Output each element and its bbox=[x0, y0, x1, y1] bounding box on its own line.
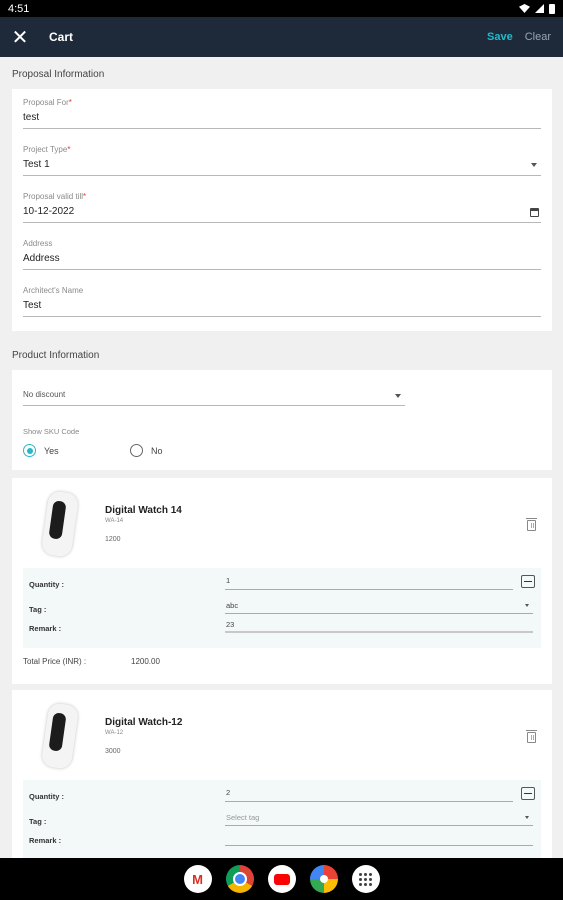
dropdown-arrow-icon[interactable] bbox=[531, 163, 537, 167]
field-underline bbox=[23, 269, 541, 270]
status-time: 4:51 bbox=[8, 2, 30, 15]
architect-name-input[interactable]: Test bbox=[23, 300, 541, 311]
field-underline bbox=[225, 801, 513, 802]
tag-label: Tag : bbox=[29, 817, 47, 826]
gmail-icon[interactable]: M bbox=[183, 865, 212, 893]
cart-item-card: Digital Watch-12 WA-12 3000 Quantity : 2… bbox=[12, 690, 552, 858]
signal-icon bbox=[535, 4, 544, 13]
calendar-icon[interactable] bbox=[530, 208, 539, 217]
total-price-value: 1200.00 bbox=[131, 657, 160, 666]
product-name: Digital Watch 14 bbox=[105, 505, 182, 516]
quantity-input[interactable]: 2 bbox=[226, 788, 230, 797]
quantity-label: Quantity : bbox=[29, 580, 64, 589]
clear-button[interactable]: Clear bbox=[525, 31, 551, 43]
show-sku-label: Show SKU Code bbox=[23, 427, 80, 436]
proposal-for-field[interactable]: Proposal For* test bbox=[23, 98, 541, 129]
remark-label: Remark : bbox=[29, 836, 62, 845]
item-details: Quantity : 2 Tag : Select tag Remark : bbox=[23, 780, 541, 858]
product-price: 1200 bbox=[105, 536, 121, 543]
field-underline bbox=[225, 589, 513, 590]
cart-content[interactable]: Proposal Information Proposal For* test … bbox=[0, 57, 563, 858]
sku-radio-no[interactable]: No bbox=[130, 444, 163, 457]
tag-select[interactable]: Select tag bbox=[226, 813, 259, 822]
architect-name-field[interactable]: Architect's Name Test bbox=[23, 286, 541, 317]
product-sku: WA-12 bbox=[105, 730, 124, 736]
apps-icon[interactable] bbox=[351, 865, 380, 893]
field-underline bbox=[225, 631, 533, 633]
photos-icon[interactable] bbox=[309, 865, 338, 893]
product-image bbox=[37, 490, 81, 558]
wifi-icon bbox=[519, 4, 530, 13]
chrome-icon[interactable] bbox=[225, 865, 254, 893]
item-details: Quantity : 1 Tag : abc Remark : 23 bbox=[23, 568, 541, 648]
proposal-for-input[interactable]: test bbox=[23, 112, 541, 123]
page-title: Cart bbox=[49, 30, 74, 44]
project-type-select[interactable]: Project Type* Test 1 bbox=[23, 145, 541, 176]
remark-label: Remark : bbox=[29, 624, 62, 633]
product-name: Digital Watch-12 bbox=[105, 717, 183, 728]
product-image bbox=[37, 702, 81, 770]
radio-unselected-icon[interactable] bbox=[130, 444, 143, 457]
edit-quantity-icon[interactable] bbox=[521, 575, 535, 588]
sku-radio-yes[interactable]: Yes bbox=[23, 444, 59, 457]
field-underline bbox=[23, 222, 541, 223]
delete-icon[interactable] bbox=[526, 518, 537, 531]
cart-item-card: Digital Watch 14 WA-14 1200 Quantity : 1… bbox=[12, 478, 552, 684]
app-bar: ✕ Cart Save Clear bbox=[0, 17, 563, 57]
proposal-valid-till-input[interactable]: 10-12-2022 bbox=[23, 206, 541, 217]
quantity-label: Quantity : bbox=[29, 792, 64, 801]
address-field[interactable]: Address Address bbox=[23, 239, 541, 270]
field-label: Architect's Name bbox=[23, 286, 84, 295]
status-icons bbox=[519, 3, 555, 14]
address-input[interactable]: Address bbox=[23, 253, 541, 264]
required-mark: * bbox=[83, 192, 87, 201]
discount-value[interactable]: No discount bbox=[23, 390, 405, 399]
proposal-card: Proposal For* test Project Type* Test 1 … bbox=[12, 89, 552, 331]
tag-label: Tag : bbox=[29, 605, 47, 614]
required-mark: * bbox=[68, 98, 72, 107]
remark-input[interactable]: 23 bbox=[226, 620, 234, 629]
field-label: Project Type bbox=[23, 145, 68, 154]
radio-label: No bbox=[151, 445, 163, 456]
status-bar: 4:51 bbox=[0, 0, 563, 17]
product-options-card: No discount Show SKU Code Yes No bbox=[12, 370, 552, 470]
field-underline bbox=[225, 825, 533, 826]
field-underline bbox=[225, 613, 533, 614]
field-label: Address bbox=[23, 239, 53, 248]
app-dock: M bbox=[0, 858, 563, 900]
total-price-label: Total Price (INR) : bbox=[23, 657, 87, 666]
field-label: Proposal valid till bbox=[23, 192, 84, 201]
field-underline bbox=[23, 316, 541, 317]
delete-icon[interactable] bbox=[526, 730, 537, 743]
product-section-title: Product Information bbox=[12, 350, 100, 361]
youtube-icon[interactable] bbox=[267, 865, 296, 893]
edit-quantity-icon[interactable] bbox=[521, 787, 535, 800]
proposal-valid-till-field[interactable]: Proposal valid till* 10-12-2022 bbox=[23, 192, 541, 223]
battery-icon bbox=[549, 3, 555, 14]
field-underline bbox=[23, 175, 541, 176]
quantity-input[interactable]: 1 bbox=[226, 576, 230, 585]
proposal-section-title: Proposal Information bbox=[12, 69, 105, 80]
field-underline bbox=[23, 405, 405, 406]
discount-select[interactable]: No discount bbox=[23, 390, 405, 406]
required-mark: * bbox=[67, 145, 71, 154]
save-button[interactable]: Save bbox=[487, 31, 513, 43]
dropdown-arrow-icon[interactable] bbox=[395, 394, 401, 398]
radio-selected-icon[interactable] bbox=[23, 444, 36, 457]
product-sku: WA-14 bbox=[105, 518, 124, 524]
field-underline bbox=[225, 845, 533, 846]
close-icon[interactable]: ✕ bbox=[0, 17, 40, 57]
radio-label: Yes bbox=[44, 445, 59, 456]
product-price: 3000 bbox=[105, 748, 121, 755]
dropdown-arrow-icon[interactable] bbox=[525, 816, 529, 819]
field-label: Proposal For bbox=[23, 98, 69, 107]
dropdown-arrow-icon[interactable] bbox=[525, 604, 529, 607]
project-type-value[interactable]: Test 1 bbox=[23, 159, 541, 170]
field-underline bbox=[23, 128, 541, 129]
tag-select[interactable]: abc bbox=[226, 601, 238, 610]
